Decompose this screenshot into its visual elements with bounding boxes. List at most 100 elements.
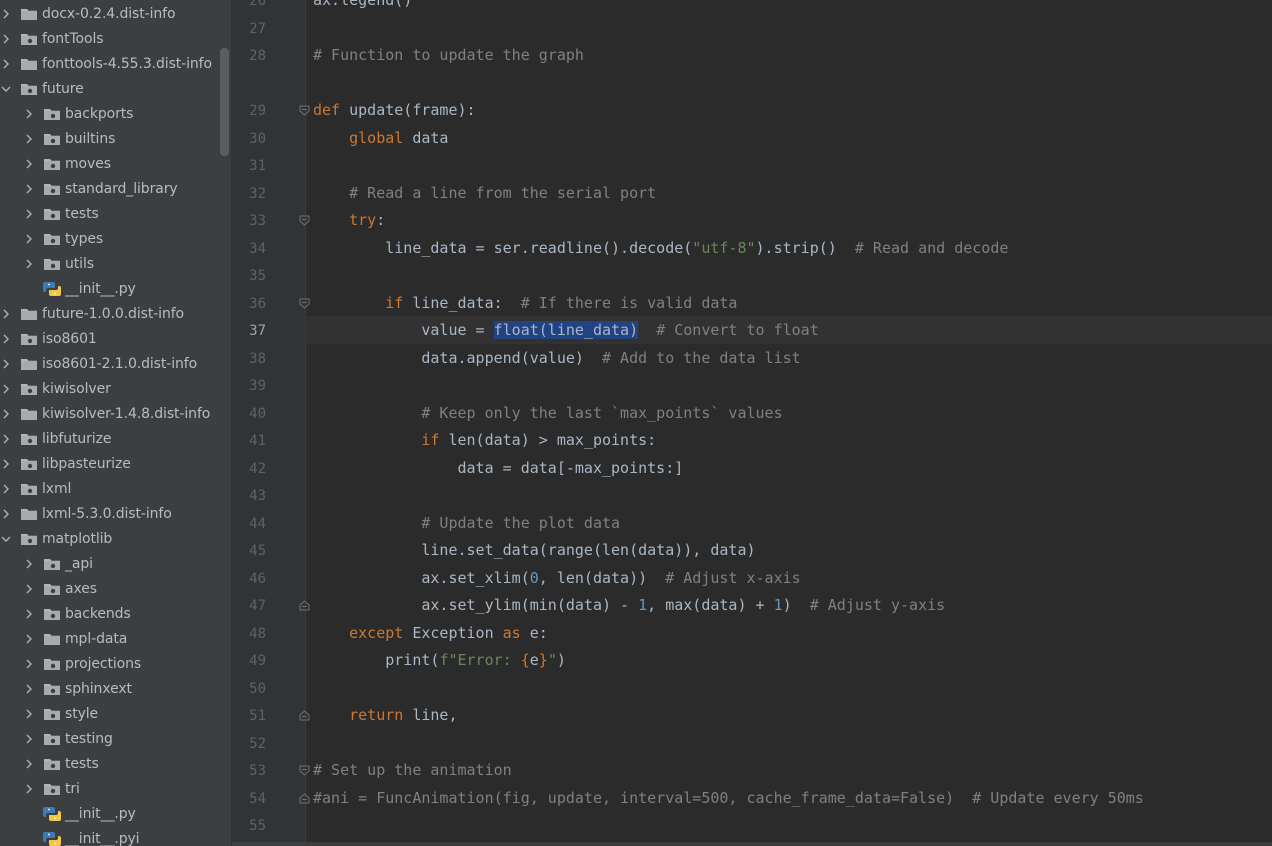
tree-item[interactable]: fontTools: [0, 27, 232, 52]
chevron-down-icon[interactable]: [1, 534, 11, 544]
tree-item[interactable]: fonttools-4.55.3.dist-info: [0, 52, 232, 77]
chevron-right-icon[interactable]: [1, 34, 11, 44]
tree-item[interactable]: sphinxext: [0, 677, 232, 702]
chevron-right-icon[interactable]: [24, 234, 34, 244]
fold-marker-icon[interactable]: [299, 105, 310, 116]
chevron-right-icon[interactable]: [1, 59, 11, 69]
chevron-right-icon[interactable]: [24, 784, 34, 794]
chevron-right-icon[interactable]: [1, 309, 11, 319]
horizontal-scrollbar[interactable]: [232, 842, 1272, 846]
fold-marker-icon[interactable]: [299, 765, 310, 776]
tree-item[interactable]: lxml: [0, 477, 232, 502]
tree-item[interactable]: tests: [0, 752, 232, 777]
chevron-right-icon[interactable]: [24, 159, 34, 169]
tree-item[interactable]: backports: [0, 102, 232, 127]
chevron-right-icon[interactable]: [1, 509, 11, 519]
code-line[interactable]: # Set up the animation: [313, 761, 512, 779]
fold-marker-icon[interactable]: [299, 215, 310, 226]
tree-item[interactable]: iso8601: [0, 327, 232, 352]
tree-item[interactable]: lxml-5.3.0.dist-info: [0, 502, 232, 527]
chevron-right-icon[interactable]: [1, 434, 11, 444]
code-line[interactable]: ax.set_xlim(0, len(data)) # Adjust x-axi…: [313, 569, 800, 587]
chevron-right-icon[interactable]: [1, 9, 11, 19]
tree-item[interactable]: style: [0, 702, 232, 727]
tree-item[interactable]: types: [0, 227, 232, 252]
chevron-right-icon[interactable]: [24, 559, 34, 569]
tree-item[interactable]: docx-0.2.4.dist-info: [0, 2, 232, 27]
chevron-right-icon[interactable]: [24, 584, 34, 594]
chevron-right-icon[interactable]: [1, 334, 11, 344]
code-line[interactable]: data.append(value) # Add to the data lis…: [313, 349, 800, 367]
fold-marker-icon[interactable]: [299, 600, 310, 611]
tree-item[interactable]: moves: [0, 152, 232, 177]
tree-item[interactable]: _api: [0, 552, 232, 577]
tree-item[interactable]: testing: [0, 727, 232, 752]
line-number-gutter[interactable]: 26 27 28 29 30 31 32 33 34 35 36 37 38 39 40 41 42 43 44 45…: [232, 0, 310, 846]
chevron-right-icon[interactable]: [24, 684, 34, 694]
code-line[interactable]: line.set_data(range(len(data)), data): [313, 541, 755, 559]
code-line[interactable]: ax.set_ylim(min(data) - 1, max(data) + 1…: [313, 596, 945, 614]
tree-item[interactable]: libpasteurize: [0, 452, 232, 477]
code-line[interactable]: global data: [313, 129, 448, 147]
chevron-right-icon[interactable]: [24, 734, 34, 744]
chevron-right-icon[interactable]: [24, 759, 34, 769]
code-line[interactable]: # Function to update the graph: [313, 46, 584, 64]
code-line[interactable]: # Read a line from the serial port: [313, 184, 656, 202]
chevron-right-icon[interactable]: [1, 384, 11, 394]
tree-item[interactable]: tri: [0, 777, 232, 802]
code-line[interactable]: def update(frame):: [313, 101, 476, 119]
line-number: 49: [249, 653, 266, 669]
code-line[interactable]: if len(data) > max_points:: [313, 431, 656, 449]
code-line[interactable]: try:: [313, 211, 385, 229]
chevron-right-icon[interactable]: [1, 409, 11, 419]
chevron-right-icon[interactable]: [24, 134, 34, 144]
tree-item[interactable]: future: [0, 77, 232, 102]
tree-item[interactable]: libfuturize: [0, 427, 232, 452]
chevron-right-icon[interactable]: [24, 184, 34, 194]
tree-item[interactable]: kiwisolver-1.4.8.dist-info: [0, 402, 232, 427]
tree-item[interactable]: kiwisolver: [0, 377, 232, 402]
tree-item[interactable]: matplotlib: [0, 527, 232, 552]
code-line[interactable]: except Exception as e:: [313, 624, 548, 642]
code-line[interactable]: #ani = FuncAnimation(fig, update, interv…: [313, 789, 1144, 807]
fold-marker-icon[interactable]: [299, 793, 310, 804]
tree-item[interactable]: iso8601-2.1.0.dist-info: [0, 352, 232, 377]
code-line[interactable]: return line,: [313, 706, 457, 724]
chevron-right-icon[interactable]: [24, 209, 34, 219]
code-line[interactable]: line_data = ser.readline().decode("utf-8…: [313, 239, 1008, 257]
chevron-right-icon[interactable]: [1, 484, 11, 494]
chevron-right-icon[interactable]: [24, 109, 34, 119]
tree-item[interactable]: builtins: [0, 127, 232, 152]
tree-item[interactable]: standard_library: [0, 177, 232, 202]
chevron-right-icon[interactable]: [24, 634, 34, 644]
chevron-down-icon[interactable]: [1, 84, 11, 94]
tree-item[interactable]: __init__.py: [0, 277, 232, 302]
project-tree-scrollbar[interactable]: [220, 48, 229, 156]
tree-item[interactable]: tests: [0, 202, 232, 227]
fold-marker-icon[interactable]: [299, 298, 310, 309]
tree-item[interactable]: backends: [0, 602, 232, 627]
code-line[interactable]: value = float(line_data) # Convert to fl…: [313, 321, 819, 339]
chevron-right-icon[interactable]: [1, 359, 11, 369]
tree-item[interactable]: axes: [0, 577, 232, 602]
code-line[interactable]: # Update the plot data: [313, 514, 620, 532]
chevron-right-icon[interactable]: [24, 709, 34, 719]
tree-item[interactable]: utils: [0, 252, 232, 277]
code-line[interactable]: data = data[-max_points:]: [313, 459, 683, 477]
chevron-right-icon[interactable]: [1, 459, 11, 469]
code-editor[interactable]: 26 27 28 29 30 31 32 33 34 35 36 37 38 39 40 41 42 43 44 45…: [232, 0, 1272, 846]
chevron-right-icon[interactable]: [24, 259, 34, 269]
selected-text[interactable]: float(line_data): [493, 321, 639, 339]
code-line[interactable]: if line_data: # If there is valid data: [313, 294, 737, 312]
tree-item[interactable]: __init__.pyi: [0, 827, 232, 846]
fold-marker-icon[interactable]: [299, 710, 310, 721]
code-line[interactable]: print(f"Error: {e}"): [313, 651, 566, 669]
chevron-right-icon[interactable]: [24, 659, 34, 669]
tree-item[interactable]: __init__.py: [0, 802, 232, 827]
chevron-right-icon[interactable]: [24, 609, 34, 619]
tree-item[interactable]: projections: [0, 652, 232, 677]
tree-item[interactable]: mpl-data: [0, 627, 232, 652]
tree-item[interactable]: future-1.0.0.dist-info: [0, 302, 232, 327]
code-line[interactable]: # Keep only the last `max_points` values: [313, 404, 782, 422]
code-line[interactable]: ax.legend(): [313, 0, 412, 9]
